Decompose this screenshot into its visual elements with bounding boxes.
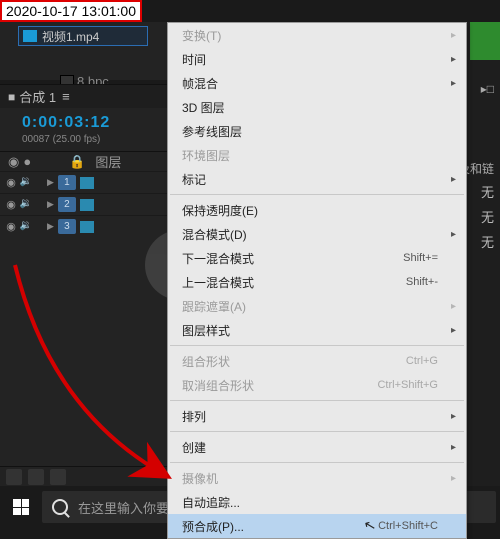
start-button[interactable] [0,486,42,528]
menu-item[interactable]: 帧混合 [168,71,466,95]
audio-icon[interactable]: 🔉 [19,220,33,234]
layer-row[interactable]: ◉🔉 ▶ 2 [0,193,167,215]
layer-row[interactable]: ◉🔉 ▶ 3 [0,215,167,237]
menu-item[interactable]: 3D 图层 [168,95,466,119]
layer-header: ◉● 🔒 图层 [0,151,167,171]
context-menu: 变换(T)时间帧混合3D 图层参考线图层环境图层标记保持透明度(E)混合模式(D… [167,22,467,539]
windows-icon [13,499,29,515]
visibility-icon[interactable]: ◉ [4,198,18,212]
menu-separator [170,345,464,346]
footer-icon[interactable] [6,469,22,485]
timeline-panel: ■ 合成 1 ≡ 0:00:03:12 00087 (25.00 fps) ◉●… [0,84,167,486]
menu-item[interactable]: 排列 [168,404,466,428]
search-icon [52,499,68,515]
footer-icon[interactable] [28,469,44,485]
project-file-name: 视频1.mp4 [42,28,99,45]
cursor-icon: ↖ [362,516,378,535]
shortcut-label: Ctrl+Shift+C [378,520,438,532]
menu-item[interactable]: 时间 [168,47,466,71]
menu-item: 环境图层 [168,143,466,167]
menu-item: 变换(T) [168,23,466,47]
layer-row[interactable]: ◉🔉 ▶ 1 [0,171,167,193]
menu-item[interactable]: 图层样式 [168,318,466,342]
menu-item[interactable]: 上一混合模式Shift+- [168,270,466,294]
expand-icon[interactable]: ▶ [47,177,54,188]
menu-separator [170,462,464,463]
visibility-icon[interactable]: ◉ [4,220,18,234]
panel-control[interactable]: ▸□ [481,82,494,96]
menu-item[interactable]: 保持透明度(E) [168,198,466,222]
shortcut-label: Ctrl+G [406,355,438,367]
layer-type-icon [80,199,94,211]
video-file-icon [23,30,37,42]
audio-icon[interactable]: 🔉 [19,176,33,190]
shortcut-label: Shift+- [406,276,438,288]
parent-none[interactable]: 无 [481,182,494,201]
expand-icon[interactable]: ▶ [47,221,54,232]
expand-icon[interactable]: ▶ [47,199,54,210]
menu-item[interactable]: 创建 [168,435,466,459]
menu-separator [170,431,464,432]
menu-item: 跟踪遮罩(A) [168,294,466,318]
parent-none[interactable]: 无 [481,232,494,251]
composition-tab[interactable]: ■ 合成 1 ≡ [0,84,167,108]
visibility-icon[interactable]: ◉ [4,176,18,190]
parent-none[interactable]: 无 [481,207,494,226]
menu-item[interactable]: 标记 [168,167,466,191]
layer-type-icon [80,221,94,233]
project-item[interactable]: 视频1.mp4 [18,26,148,46]
menu-item[interactable]: 混合模式(D) [168,222,466,246]
menu-item: 摄像机 [168,466,466,490]
shortcut-label: Shift+= [403,252,438,264]
footer-icon[interactable] [50,469,66,485]
layer-index: 2 [58,197,76,212]
timecode[interactable]: 0:00:03:12 [0,108,167,134]
layer-index: 3 [58,219,76,234]
frame-info: 00087 (25.00 fps) [0,134,167,151]
menu-item[interactable]: 参考线图层 [168,119,466,143]
menu-separator [170,400,464,401]
menu-item[interactable]: 自动追踪... [168,490,466,514]
timestamp-overlay: 2020-10-17 13:01:00 [0,0,142,22]
layer-index: 1 [58,175,76,190]
menu-item: 取消组合形状Ctrl+Shift+G [168,373,466,397]
timeline-footer [0,466,167,486]
audio-icon[interactable]: 🔉 [19,198,33,212]
menu-separator [170,194,464,195]
shortcut-label: Ctrl+Shift+G [377,379,438,391]
layer-type-icon [80,177,94,189]
menu-item[interactable]: 下一混合模式Shift+= [168,246,466,270]
menu-item[interactable]: 预合成(P)...Ctrl+Shift+C↖ [168,514,466,538]
preview-region [470,22,500,60]
menu-item: 组合形状Ctrl+G [168,349,466,373]
